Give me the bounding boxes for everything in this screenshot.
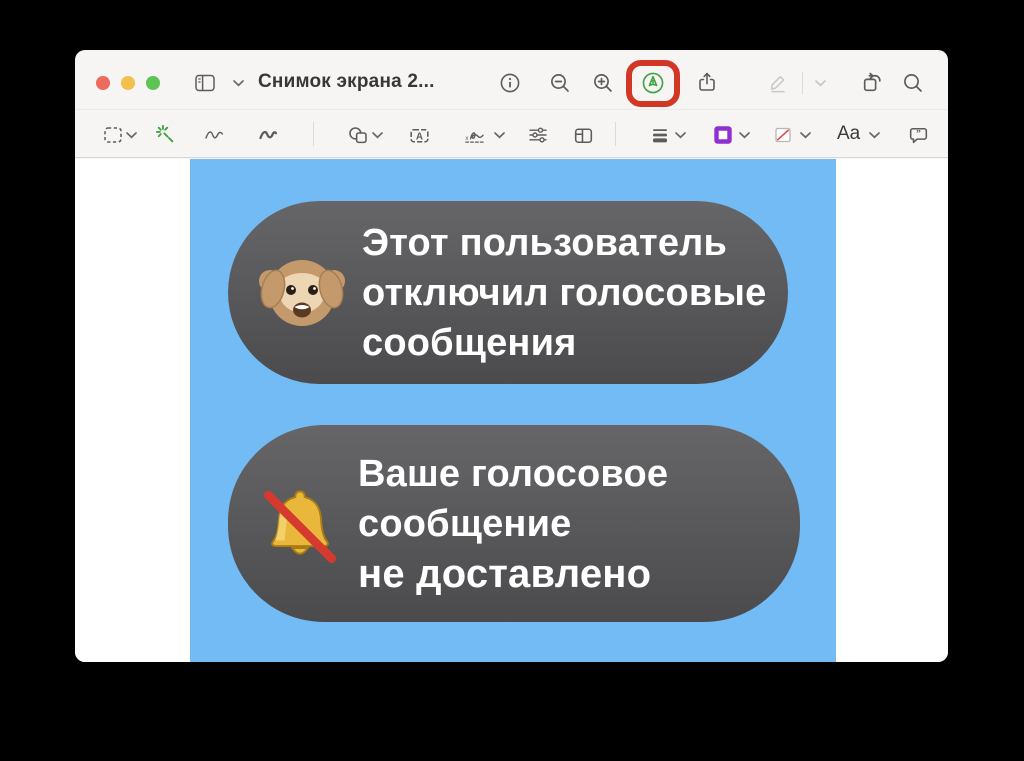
chevron-down-icon[interactable] — [125, 130, 137, 140]
hear-no-evil-monkey-emoji — [252, 243, 352, 343]
annotations-icon[interactable]: ” — [903, 120, 933, 150]
zoom-out-icon[interactable] — [545, 68, 575, 98]
window-title: Снимок экрана 2... — [258, 71, 435, 93]
text-style-icon[interactable]: Aa — [837, 123, 860, 145]
sidebar-toggle-icon[interactable] — [190, 68, 220, 98]
instant-alpha-icon[interactable] — [151, 120, 181, 150]
bubble-bold-text: не доставлено — [358, 549, 668, 599]
border-color-icon[interactable] — [708, 120, 738, 150]
close-button[interactable] — [96, 76, 110, 90]
share-icon[interactable] — [692, 67, 722, 97]
highlight-icon — [763, 68, 793, 98]
titlebar: Снимок экрана 2... — [75, 50, 948, 110]
chevron-down-icon[interactable] — [371, 130, 383, 140]
sketch-icon[interactable] — [199, 120, 229, 150]
bubble-text: Этот пользователь отключил голосовые соо… — [362, 218, 766, 368]
speech-bubble-voice-disabled: Этот пользователь отключил голосовые соо… — [228, 201, 788, 384]
document-canvas: Этот пользователь отключил голосовые соо… — [75, 159, 948, 662]
svg-text:x: x — [465, 135, 469, 142]
chevron-down-icon[interactable] — [738, 130, 750, 140]
bell-with-slash-emoji — [252, 476, 348, 572]
draw-icon[interactable] — [253, 120, 283, 150]
selection-tool-icon[interactable] — [98, 120, 128, 150]
adjust-size-icon[interactable] — [568, 120, 598, 150]
markup-toolbar: A x — [75, 110, 948, 158]
desktop: { "colors": { "page_bg": "#000000", "win… — [0, 0, 1024, 761]
chevron-down-icon[interactable] — [868, 130, 880, 140]
svg-text:A: A — [415, 131, 422, 142]
chevron-down-icon[interactable] — [493, 130, 505, 140]
search-icon[interactable] — [898, 68, 928, 98]
toolbar-separator — [615, 122, 616, 146]
speech-bubble-not-delivered: Ваше голосовое сообщение не доставлено — [228, 425, 800, 622]
signature-icon[interactable]: x — [461, 120, 491, 150]
bubble-text: Ваше голосовое сообщение не доставлено — [358, 449, 668, 599]
shapes-icon[interactable] — [343, 120, 373, 150]
chevron-down-icon[interactable] — [799, 130, 811, 140]
chevron-down-icon[interactable] — [232, 78, 244, 88]
screenshot-image: Этот пользователь отключил голосовые соо… — [190, 159, 836, 662]
maximize-button[interactable] — [146, 76, 160, 90]
preview-window: Снимок экрана 2... — [75, 50, 948, 662]
titlebar-separator — [802, 72, 803, 94]
fill-color-icon[interactable] — [768, 120, 798, 150]
chevron-down-icon[interactable] — [674, 130, 686, 140]
zoom-in-icon[interactable] — [588, 68, 618, 98]
minimize-button[interactable] — [121, 76, 135, 90]
rotate-icon[interactable] — [857, 67, 887, 97]
chevron-down-icon — [814, 78, 826, 88]
svg-text:”: ” — [916, 129, 921, 139]
shape-style-icon[interactable] — [645, 120, 675, 150]
info-icon[interactable] — [495, 68, 525, 98]
toolbar-separator — [313, 122, 314, 146]
annotation-circle-markup — [626, 60, 680, 107]
adjust-color-icon[interactable] — [523, 120, 553, 150]
text-box-icon[interactable]: A — [404, 120, 434, 150]
